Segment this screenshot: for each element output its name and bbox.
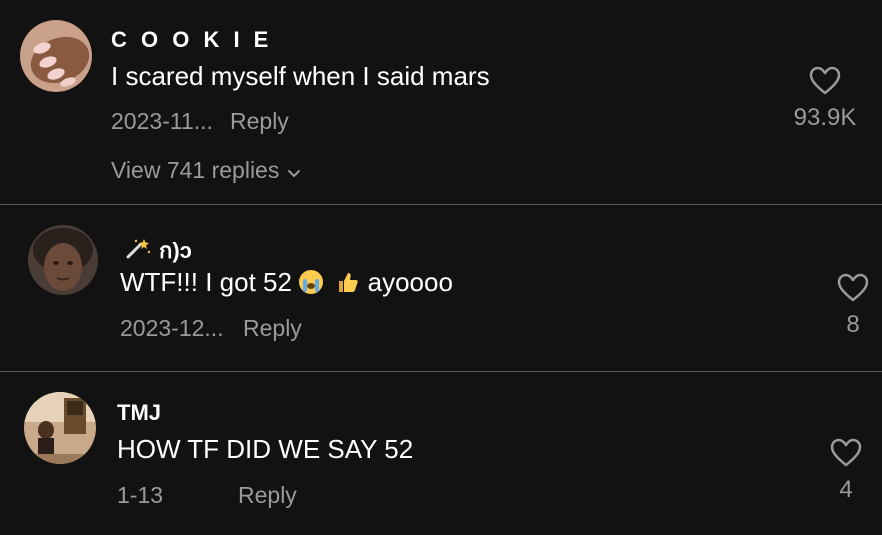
comment-item: C O O K I E I scared myself when I said … [0, 0, 882, 204]
crying-face-emoji [299, 270, 324, 294]
username[interactable]: TMJ [117, 400, 161, 426]
like-button[interactable]: 93.9K [780, 66, 870, 132]
avatar[interactable] [24, 392, 96, 464]
comment-item: ก)ɔ WTF!!! I got 52 ayoooo 2023-12... Re… [0, 205, 882, 371]
heart-icon [780, 66, 870, 96]
view-replies-label: View 741 replies [111, 157, 280, 183]
magic-wand-icon [125, 238, 151, 266]
like-button[interactable]: 4 [801, 438, 882, 504]
comment-text-part: WTF!!! I got 52 [120, 267, 292, 297]
comment-date: 1-13 [117, 482, 164, 508]
heart-icon [808, 273, 882, 303]
comment-item: TMJ HOW TF DID WE SAY 52 1-13 Reply 4 [0, 372, 882, 535]
like-count: 93.9K [793, 104, 857, 131]
comment-date: 2023-12... [120, 315, 224, 341]
avatar[interactable] [28, 225, 98, 295]
comment-text: WTF!!! I got 52 ayoooo [120, 267, 453, 298]
like-button[interactable]: 8 [808, 273, 882, 339]
username[interactable]: C O O K I E [111, 27, 272, 53]
reply-button[interactable]: Reply [243, 315, 302, 342]
chevron-down-icon [287, 158, 301, 185]
comment-text: HOW TF DID WE SAY 52 [117, 434, 414, 464]
username-label: ก)ɔ [159, 238, 192, 263]
like-count: 4 [839, 476, 853, 503]
comment-text: I scared myself when I said mars [111, 61, 490, 91]
comment-date: 2023-11... [111, 108, 213, 134]
like-count: 8 [846, 311, 860, 338]
username[interactable]: ก)ɔ [125, 233, 192, 268]
thumbs-up-emoji [336, 270, 360, 294]
avatar[interactable] [20, 20, 92, 92]
view-replies-button[interactable]: View 741 replies [111, 157, 301, 185]
heart-icon [801, 438, 882, 468]
reply-button[interactable]: Reply [230, 108, 289, 135]
comment-text-part: ayoooo [367, 267, 453, 297]
reply-button[interactable]: Reply [238, 482, 297, 509]
